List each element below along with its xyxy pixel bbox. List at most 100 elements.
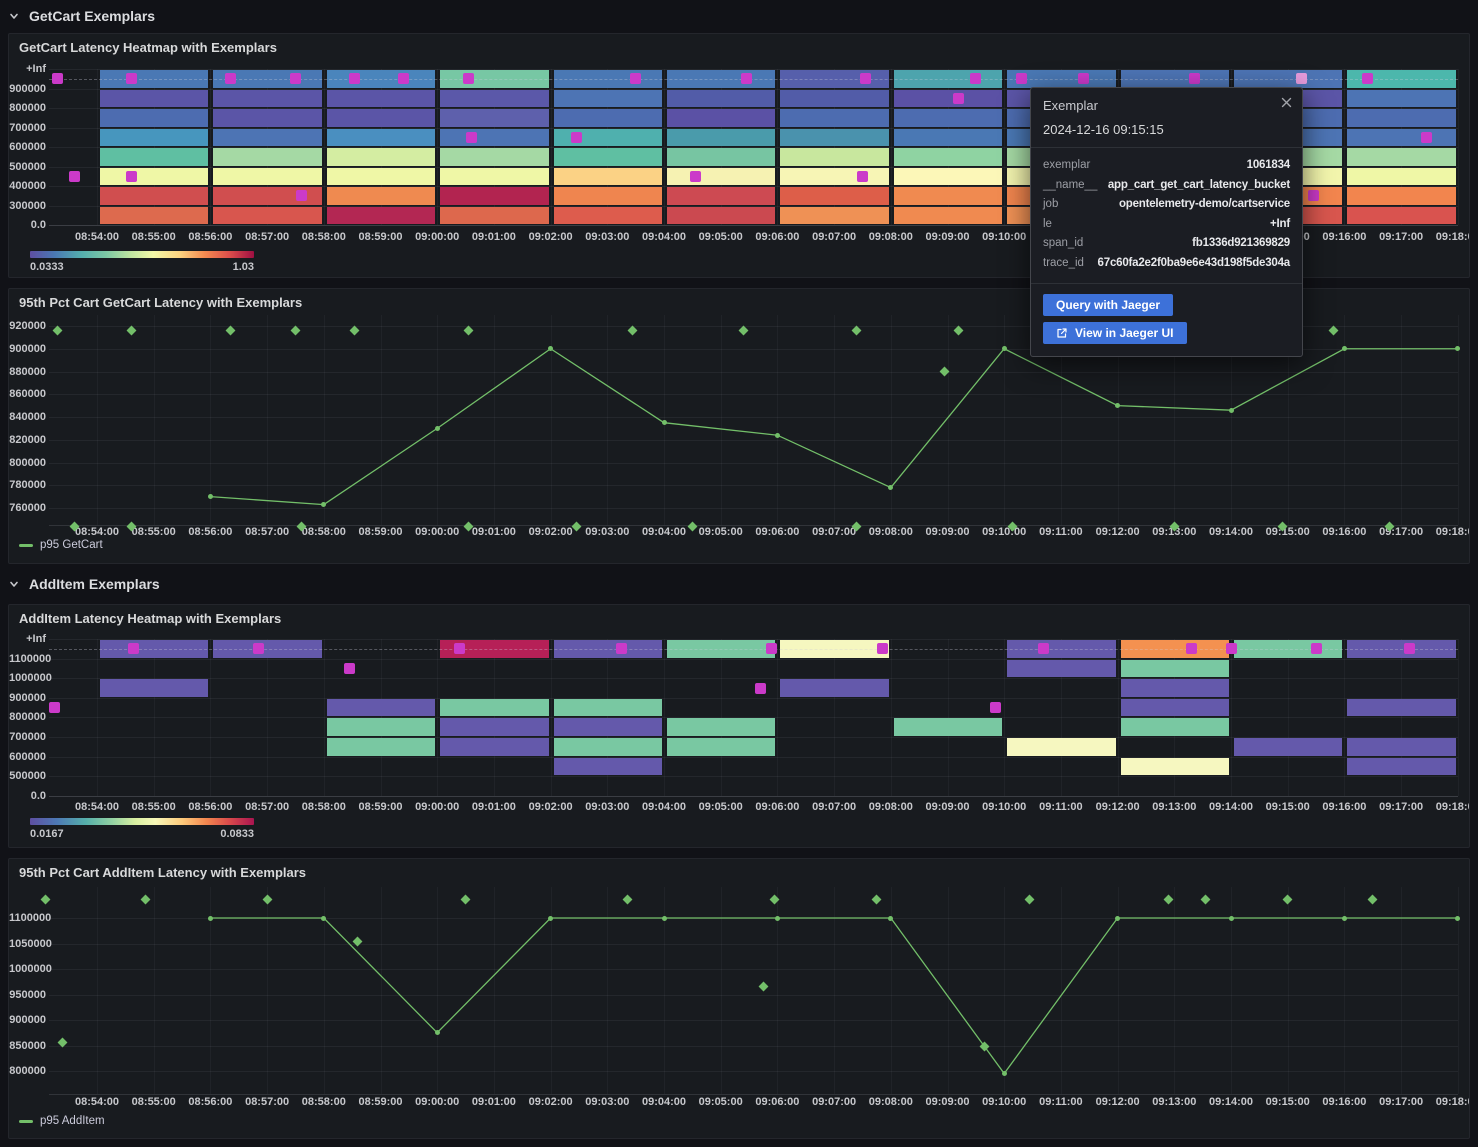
exemplar-marker[interactable] xyxy=(398,73,409,84)
heatmap-cell xyxy=(780,148,888,166)
x-tick-label: 09:02:00 xyxy=(529,231,573,243)
exemplar-marker[interactable] xyxy=(1421,132,1432,143)
exemplar-marker[interactable] xyxy=(1226,643,1237,654)
panel-title[interactable]: 95th Pct Cart AddItem Latency with Exemp… xyxy=(19,865,306,880)
heatmap-cell xyxy=(894,207,1002,225)
heatmap-cell xyxy=(327,129,435,147)
exemplar-marker[interactable] xyxy=(970,73,981,84)
exemplar-marker[interactable] xyxy=(454,643,465,654)
exemplar-marker[interactable] xyxy=(253,643,264,654)
exemplar-marker[interactable] xyxy=(1311,643,1322,654)
heatmap-cell xyxy=(440,148,548,166)
exemplar-marker[interactable] xyxy=(755,683,766,694)
heatmap-cell xyxy=(894,187,1002,205)
heatmap-cell xyxy=(327,207,435,225)
exemplar-marker[interactable] xyxy=(766,643,777,654)
legend[interactable]: p95 GetCart xyxy=(19,539,103,551)
panel-title[interactable]: 95th Pct Cart GetCart Latency with Exemp… xyxy=(19,295,302,310)
exemplar-marker[interactable] xyxy=(616,643,627,654)
y-tick-label: 1100000 xyxy=(9,653,46,665)
exemplar-marker[interactable] xyxy=(1186,643,1197,654)
tooltip-field-label: __name__ xyxy=(1043,176,1097,196)
heatmap-cell xyxy=(894,90,1002,108)
heatmap-cell xyxy=(894,129,1002,147)
gridline xyxy=(49,757,1458,758)
x-tick-label: 09:04:00 xyxy=(642,801,686,813)
exemplar-marker[interactable] xyxy=(1016,73,1027,84)
y-tick-label: 800000 xyxy=(9,102,46,114)
section-header-additem[interactable]: AddItem Exemplars xyxy=(8,572,160,596)
exemplar-marker[interactable] xyxy=(52,73,63,84)
exemplar-marker[interactable] xyxy=(49,702,60,713)
exemplar-marker[interactable] xyxy=(877,643,888,654)
heatmap-cell xyxy=(213,168,321,186)
exemplar-marker[interactable] xyxy=(1308,190,1319,201)
heatmap-cell xyxy=(327,718,435,736)
panel-title[interactable]: AddItem Latency Heatmap with Exemplars xyxy=(19,611,281,626)
heatmap-cell xyxy=(440,738,548,756)
exemplar-marker[interactable] xyxy=(1189,73,1200,84)
heatmap-cell xyxy=(1347,207,1455,225)
section-header-getcart[interactable]: GetCart Exemplars xyxy=(8,4,155,28)
exemplar-marker[interactable] xyxy=(990,702,1001,713)
heatmap-plot: +Inf110000010000009000008000007000006000… xyxy=(9,605,1469,847)
query-with-jaeger-button[interactable]: Query with Jaeger xyxy=(1043,294,1173,316)
exemplar-marker[interactable] xyxy=(630,73,641,84)
tooltip-field-row: span_idfb1336d921369829 xyxy=(1043,234,1290,254)
gridline xyxy=(494,639,495,796)
y-tick-label: 400000 xyxy=(9,180,46,192)
exemplar-marker[interactable] xyxy=(1362,73,1373,84)
exemplar-marker[interactable] xyxy=(953,93,964,104)
gridline xyxy=(891,69,892,225)
heatmap-cell xyxy=(100,109,208,127)
exemplar-marker[interactable] xyxy=(128,643,139,654)
close-icon[interactable] xyxy=(1281,97,1292,108)
tooltip-field-label: exemplar xyxy=(1043,156,1090,176)
exemplar-marker[interactable] xyxy=(1038,643,1049,654)
exemplar-marker[interactable] xyxy=(349,73,360,84)
exemplar-marker[interactable] xyxy=(571,132,582,143)
gridline xyxy=(834,639,835,796)
exemplar-marker[interactable] xyxy=(296,190,307,201)
exemplar-marker[interactable] xyxy=(1078,73,1089,84)
x-tick-label: 09:04:00 xyxy=(642,231,686,243)
view-in-jaeger-button[interactable]: View in Jaeger UI xyxy=(1043,322,1187,344)
panel-title[interactable]: GetCart Latency Heatmap with Exemplars xyxy=(19,40,277,55)
tooltip-field-value: 1061834 xyxy=(1247,156,1290,176)
x-tick-label: 09:17:00 xyxy=(1379,801,1423,813)
x-tick-label: 08:55:00 xyxy=(132,801,176,813)
exemplar-marker[interactable] xyxy=(225,73,236,84)
exemplar-marker[interactable] xyxy=(690,171,701,182)
exemplar-marker[interactable] xyxy=(463,73,474,84)
x-tick-label: 08:54:00 xyxy=(75,801,119,813)
exemplar-marker[interactable] xyxy=(466,132,477,143)
gridline xyxy=(777,69,778,225)
exemplar-marker[interactable] xyxy=(1404,643,1415,654)
gridline xyxy=(210,639,211,796)
data-point xyxy=(548,916,553,921)
exemplar-marker[interactable] xyxy=(69,171,80,182)
color-scale: 0.0167 0.0833 xyxy=(30,818,254,825)
gridline xyxy=(551,69,552,225)
data-point xyxy=(1229,408,1234,413)
exemplar-marker-hovered[interactable] xyxy=(1296,73,1307,84)
y-tick-label: 600000 xyxy=(9,751,46,763)
exemplar-marker[interactable] xyxy=(741,73,752,84)
legend[interactable]: p95 AddItem xyxy=(19,1115,105,1127)
color-scale: 0.0333 1.03 xyxy=(30,251,254,258)
heatmap-cell xyxy=(440,718,548,736)
gridline xyxy=(97,639,98,796)
exemplar-marker[interactable] xyxy=(857,171,868,182)
data-point xyxy=(888,916,893,921)
exemplar-marker[interactable] xyxy=(344,663,355,674)
x-tick-label: 09:05:00 xyxy=(699,231,743,243)
exemplar-marker[interactable] xyxy=(126,73,137,84)
heatmap-cell xyxy=(327,699,435,717)
exemplar-marker[interactable] xyxy=(126,171,137,182)
legend-series-label: p95 GetCart xyxy=(40,539,103,551)
gridline xyxy=(210,69,211,225)
x-tick-label: 09:16:00 xyxy=(1322,801,1366,813)
exemplar-marker[interactable] xyxy=(290,73,301,84)
legend-series-swatch xyxy=(19,1120,33,1123)
exemplar-marker[interactable] xyxy=(860,73,871,84)
